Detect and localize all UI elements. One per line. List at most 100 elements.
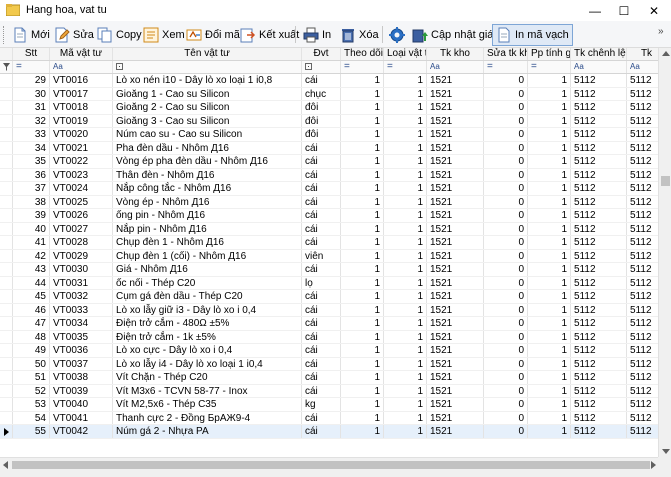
column-header-account[interactable]: Tk kho (427, 48, 484, 60)
table-row[interactable]: 33 VT0020 Núm cao su - Cao su Silicon đôi 1 1… (0, 128, 658, 142)
row-indicator[interactable] (0, 114, 13, 127)
cell-name[interactable]: ống pin - Nhôm Д16 (113, 209, 302, 222)
cell-name[interactable]: Núm cao su - Cao su Silicon (113, 128, 302, 141)
cell-account[interactable]: 1521 (427, 209, 484, 222)
minimize-button[interactable]: — (580, 0, 610, 21)
cell-track[interactable]: 1 (341, 330, 384, 343)
cell-type[interactable]: 1 (384, 209, 427, 222)
column-header-unit[interactable]: Đvt (302, 48, 341, 60)
cell-account[interactable]: 1521 (427, 182, 484, 195)
cell-name[interactable]: Giá - Nhôm Д16 (113, 263, 302, 276)
filter-type[interactable]: = (384, 61, 427, 73)
table-row[interactable]: 36 VT0023 Thân đèn - Nhôm Д16 cái 1 1 1521 0 1 51… (0, 168, 658, 182)
cell-unit[interactable]: lọ (302, 276, 341, 289)
cell-tk[interactable]: 5112 (627, 290, 658, 303)
row-indicator[interactable] (0, 249, 13, 262)
cell-edit-account[interactable]: 0 (484, 195, 528, 208)
cell-account[interactable]: 1521 (427, 344, 484, 357)
delete-button[interactable]: Xóa (337, 24, 382, 46)
cell-stt[interactable]: 31 (13, 101, 50, 114)
row-indicator[interactable] (0, 141, 13, 154)
cell-diff-account[interactable]: 5112 (571, 357, 627, 370)
scroll-down-icon[interactable] (662, 449, 670, 454)
cell-diff-account[interactable]: 5112 (571, 74, 627, 87)
cell-account[interactable]: 1521 (427, 168, 484, 181)
view-button[interactable]: Xem (140, 24, 188, 46)
filter-edit-account[interactable]: = (484, 61, 528, 73)
table-row[interactable]: 38 VT0025 Vòng ép - Nhôm Д16 cái 1 1 1521 0 1 511… (0, 195, 658, 209)
print-button[interactable]: In (300, 24, 334, 46)
cell-tk[interactable]: 5112 (627, 385, 658, 398)
table-row[interactable]: 30 VT0017 Gioăng 1 - Cao su Silicon chục 1 1 1… (0, 87, 658, 101)
cell-tk[interactable]: 5112 (627, 412, 658, 425)
cell-track[interactable]: 1 (341, 425, 384, 438)
cell-method[interactable]: 1 (528, 87, 571, 100)
cell-method[interactable]: 1 (528, 384, 571, 397)
cell-account[interactable]: 1521 (427, 371, 484, 384)
cell-account[interactable]: 1521 (427, 155, 484, 168)
cell-diff-account[interactable]: 5112 (571, 141, 627, 154)
cell-diff-account[interactable]: 5112 (571, 303, 627, 316)
cell-method[interactable]: 1 (528, 155, 571, 168)
cell-track[interactable]: 1 (341, 222, 384, 235)
cell-edit-account[interactable]: 0 (484, 236, 528, 249)
cell-type[interactable]: 1 (384, 182, 427, 195)
cell-edit-account[interactable]: 0 (484, 398, 528, 411)
cell-method[interactable]: 1 (528, 425, 571, 438)
cell-tk[interactable]: 5112 (627, 344, 658, 357)
cell-tk[interactable]: 5112 (627, 371, 658, 384)
cell-diff-account[interactable]: 5112 (571, 114, 627, 127)
cell-track[interactable]: 1 (341, 236, 384, 249)
cell-method[interactable]: 1 (528, 209, 571, 222)
cell-unit[interactable]: cái (302, 168, 341, 181)
cell-track[interactable]: 1 (341, 249, 384, 262)
cell-diff-account[interactable]: 5112 (571, 411, 627, 424)
column-header-method[interactable]: Pp tính gi (528, 48, 571, 60)
column-header-edit-account[interactable]: Sửa tk kh (484, 48, 528, 60)
cell-edit-account[interactable]: 0 (484, 155, 528, 168)
cell-diff-account[interactable]: 5112 (571, 195, 627, 208)
cell-stt[interactable]: 54 (13, 411, 50, 424)
cell-code[interactable]: VT0023 (50, 168, 113, 181)
cell-code[interactable]: VT0035 (50, 330, 113, 343)
cell-edit-account[interactable]: 0 (484, 276, 528, 289)
filter-code[interactable]: Aa (50, 61, 113, 73)
cell-diff-account[interactable]: 5112 (571, 222, 627, 235)
cell-track[interactable]: 1 (341, 263, 384, 276)
cell-track[interactable]: 1 (341, 357, 384, 370)
table-row[interactable]: 44 VT0031 ốc nối - Thép C20 lọ 1 1 1521 0 1 5112 5… (0, 276, 658, 290)
cell-diff-account[interactable]: 5112 (571, 398, 627, 411)
cell-name[interactable]: Thân đèn - Nhôm Д16 (113, 168, 302, 181)
filter-method[interactable]: = (528, 61, 571, 73)
cell-diff-account[interactable]: 5112 (571, 371, 627, 384)
cell-code[interactable]: VT0022 (50, 155, 113, 168)
cell-account[interactable]: 1521 (427, 74, 484, 87)
cell-edit-account[interactable]: 0 (484, 263, 528, 276)
cell-tk[interactable]: 5112 (627, 182, 658, 195)
row-indicator[interactable] (0, 195, 13, 208)
cell-stt[interactable]: 47 (13, 317, 50, 330)
filter-account[interactable]: Aa (427, 61, 484, 73)
cell-account[interactable]: 1521 (427, 425, 484, 438)
cell-diff-account[interactable]: 5112 (571, 263, 627, 276)
cell-name[interactable]: Lò xo lẫy i4 - Dây lò xo loại 1 i0,4 (113, 357, 302, 370)
cell-stt[interactable]: 38 (13, 195, 50, 208)
cell-type[interactable]: 1 (384, 155, 427, 168)
cell-track[interactable]: 1 (341, 317, 384, 330)
cell-tk[interactable]: 5112 (627, 317, 658, 330)
cell-code[interactable]: VT0029 (50, 249, 113, 262)
cell-stt[interactable]: 44 (13, 276, 50, 289)
cell-code[interactable]: VT0019 (50, 114, 113, 127)
row-indicator[interactable] (0, 276, 13, 289)
cell-name[interactable]: Gioăng 3 - Cao su Silicon (113, 114, 302, 127)
cell-diff-account[interactable]: 5112 (571, 384, 627, 397)
cell-track[interactable]: 1 (341, 209, 384, 222)
cell-tk[interactable]: 5112 (627, 304, 658, 317)
cell-tk[interactable]: 5112 (627, 331, 658, 344)
cell-name[interactable]: Chụp đèn 1 - Nhôm Д16 (113, 236, 302, 249)
cell-stt[interactable]: 55 (13, 425, 50, 438)
cell-unit[interactable]: cái (302, 303, 341, 316)
edit-button[interactable]: Sửa (51, 24, 97, 46)
filter-unit[interactable] (302, 61, 341, 73)
cell-diff-account[interactable]: 5112 (571, 317, 627, 330)
